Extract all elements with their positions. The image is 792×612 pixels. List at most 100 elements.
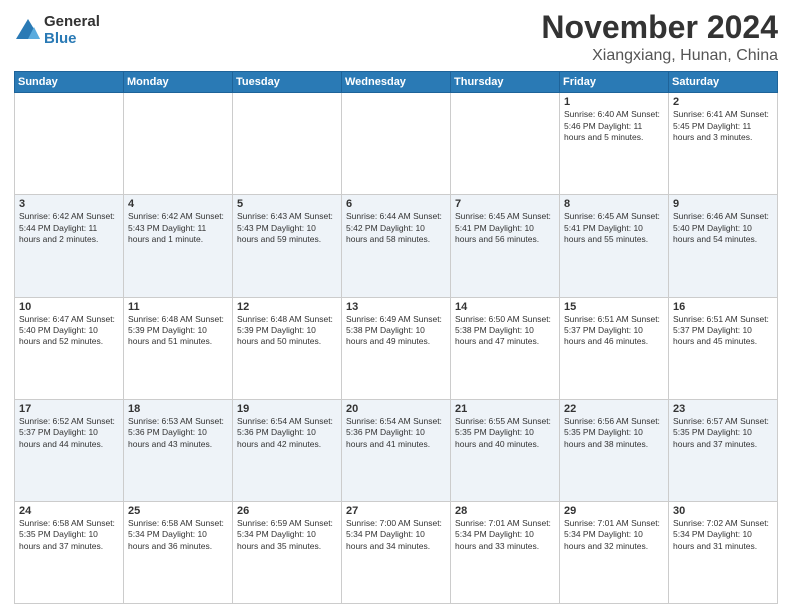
table-row: 22Sunrise: 6:56 AM Sunset: 5:35 PM Dayli…: [560, 399, 669, 501]
col-thursday: Thursday: [451, 72, 560, 93]
day-number: 1: [564, 96, 664, 108]
day-info: Sunrise: 6:48 AM Sunset: 5:39 PM Dayligh…: [237, 314, 337, 348]
day-info: Sunrise: 6:53 AM Sunset: 5:36 PM Dayligh…: [128, 416, 228, 450]
day-info: Sunrise: 6:45 AM Sunset: 5:41 PM Dayligh…: [455, 211, 555, 245]
day-number: 3: [19, 198, 119, 210]
col-friday: Friday: [560, 72, 669, 93]
col-sunday: Sunday: [15, 72, 124, 93]
table-row: 14Sunrise: 6:50 AM Sunset: 5:38 PM Dayli…: [451, 297, 560, 399]
table-row: 6Sunrise: 6:44 AM Sunset: 5:42 PM Daylig…: [342, 195, 451, 297]
day-info: Sunrise: 6:52 AM Sunset: 5:37 PM Dayligh…: [19, 416, 119, 450]
table-row: 28Sunrise: 7:01 AM Sunset: 5:34 PM Dayli…: [451, 501, 560, 603]
day-number: 18: [128, 403, 228, 415]
table-row: 16Sunrise: 6:51 AM Sunset: 5:37 PM Dayli…: [669, 297, 778, 399]
day-number: 4: [128, 198, 228, 210]
day-info: Sunrise: 6:55 AM Sunset: 5:35 PM Dayligh…: [455, 416, 555, 450]
day-number: 10: [19, 301, 119, 313]
day-number: 19: [237, 403, 337, 415]
logo-general-text: General: [44, 14, 100, 31]
day-number: 9: [673, 198, 773, 210]
day-info: Sunrise: 6:40 AM Sunset: 5:46 PM Dayligh…: [564, 109, 664, 143]
header: General Blue November 2024 Xiangxiang, H…: [14, 10, 778, 65]
day-info: Sunrise: 6:43 AM Sunset: 5:43 PM Dayligh…: [237, 211, 337, 245]
table-row: [233, 93, 342, 195]
table-row: [342, 93, 451, 195]
logo-text: General Blue: [44, 14, 100, 47]
col-monday: Monday: [124, 72, 233, 93]
day-number: 27: [346, 505, 446, 517]
table-row: 24Sunrise: 6:58 AM Sunset: 5:35 PM Dayli…: [15, 501, 124, 603]
table-row: 19Sunrise: 6:54 AM Sunset: 5:36 PM Dayli…: [233, 399, 342, 501]
table-row: 26Sunrise: 6:59 AM Sunset: 5:34 PM Dayli…: [233, 501, 342, 603]
table-row: 10Sunrise: 6:47 AM Sunset: 5:40 PM Dayli…: [15, 297, 124, 399]
day-number: 26: [237, 505, 337, 517]
table-row: 15Sunrise: 6:51 AM Sunset: 5:37 PM Dayli…: [560, 297, 669, 399]
day-number: 5: [237, 198, 337, 210]
table-row: [124, 93, 233, 195]
day-number: 15: [564, 301, 664, 313]
day-number: 29: [564, 505, 664, 517]
day-number: 11: [128, 301, 228, 313]
day-info: Sunrise: 7:00 AM Sunset: 5:34 PM Dayligh…: [346, 518, 446, 552]
table-row: 25Sunrise: 6:58 AM Sunset: 5:34 PM Dayli…: [124, 501, 233, 603]
table-row: 17Sunrise: 6:52 AM Sunset: 5:37 PM Dayli…: [15, 399, 124, 501]
day-number: 2: [673, 96, 773, 108]
table-row: 8Sunrise: 6:45 AM Sunset: 5:41 PM Daylig…: [560, 195, 669, 297]
col-tuesday: Tuesday: [233, 72, 342, 93]
day-number: 14: [455, 301, 555, 313]
logo-icon: [14, 17, 42, 45]
table-row: 18Sunrise: 6:53 AM Sunset: 5:36 PM Dayli…: [124, 399, 233, 501]
table-row: 23Sunrise: 6:57 AM Sunset: 5:35 PM Dayli…: [669, 399, 778, 501]
col-saturday: Saturday: [669, 72, 778, 93]
day-info: Sunrise: 6:50 AM Sunset: 5:38 PM Dayligh…: [455, 314, 555, 348]
calendar: Sunday Monday Tuesday Wednesday Thursday…: [14, 71, 778, 604]
day-info: Sunrise: 6:58 AM Sunset: 5:34 PM Dayligh…: [128, 518, 228, 552]
day-info: Sunrise: 6:51 AM Sunset: 5:37 PM Dayligh…: [673, 314, 773, 348]
table-row: 9Sunrise: 6:46 AM Sunset: 5:40 PM Daylig…: [669, 195, 778, 297]
day-info: Sunrise: 6:54 AM Sunset: 5:36 PM Dayligh…: [237, 416, 337, 450]
logo: General Blue: [14, 14, 100, 47]
day-info: Sunrise: 6:59 AM Sunset: 5:34 PM Dayligh…: [237, 518, 337, 552]
table-row: 2Sunrise: 6:41 AM Sunset: 5:45 PM Daylig…: [669, 93, 778, 195]
day-info: Sunrise: 6:58 AM Sunset: 5:35 PM Dayligh…: [19, 518, 119, 552]
day-number: 23: [673, 403, 773, 415]
day-info: Sunrise: 7:01 AM Sunset: 5:34 PM Dayligh…: [455, 518, 555, 552]
day-number: 7: [455, 198, 555, 210]
day-info: Sunrise: 6:45 AM Sunset: 5:41 PM Dayligh…: [564, 211, 664, 245]
location: Xiangxiang, Hunan, China: [541, 47, 778, 65]
table-row: [15, 93, 124, 195]
table-row: 20Sunrise: 6:54 AM Sunset: 5:36 PM Dayli…: [342, 399, 451, 501]
table-row: [451, 93, 560, 195]
day-number: 8: [564, 198, 664, 210]
title-block: November 2024 Xiangxiang, Hunan, China: [541, 10, 778, 65]
table-row: 4Sunrise: 6:42 AM Sunset: 5:43 PM Daylig…: [124, 195, 233, 297]
day-number: 30: [673, 505, 773, 517]
table-row: 12Sunrise: 6:48 AM Sunset: 5:39 PM Dayli…: [233, 297, 342, 399]
day-number: 22: [564, 403, 664, 415]
header-row: Sunday Monday Tuesday Wednesday Thursday…: [15, 72, 778, 93]
table-row: 29Sunrise: 7:01 AM Sunset: 5:34 PM Dayli…: [560, 501, 669, 603]
table-row: 1Sunrise: 6:40 AM Sunset: 5:46 PM Daylig…: [560, 93, 669, 195]
day-number: 21: [455, 403, 555, 415]
table-row: 11Sunrise: 6:48 AM Sunset: 5:39 PM Dayli…: [124, 297, 233, 399]
calendar-row-3: 17Sunrise: 6:52 AM Sunset: 5:37 PM Dayli…: [15, 399, 778, 501]
day-number: 28: [455, 505, 555, 517]
day-number: 24: [19, 505, 119, 517]
table-row: 7Sunrise: 6:45 AM Sunset: 5:41 PM Daylig…: [451, 195, 560, 297]
calendar-row-4: 24Sunrise: 6:58 AM Sunset: 5:35 PM Dayli…: [15, 501, 778, 603]
day-number: 17: [19, 403, 119, 415]
day-info: Sunrise: 6:51 AM Sunset: 5:37 PM Dayligh…: [564, 314, 664, 348]
day-info: Sunrise: 7:02 AM Sunset: 5:34 PM Dayligh…: [673, 518, 773, 552]
calendar-row-0: 1Sunrise: 6:40 AM Sunset: 5:46 PM Daylig…: [15, 93, 778, 195]
day-number: 12: [237, 301, 337, 313]
calendar-row-1: 3Sunrise: 6:42 AM Sunset: 5:44 PM Daylig…: [15, 195, 778, 297]
month-title: November 2024: [541, 10, 778, 45]
day-info: Sunrise: 6:44 AM Sunset: 5:42 PM Dayligh…: [346, 211, 446, 245]
day-info: Sunrise: 7:01 AM Sunset: 5:34 PM Dayligh…: [564, 518, 664, 552]
day-number: 20: [346, 403, 446, 415]
calendar-row-2: 10Sunrise: 6:47 AM Sunset: 5:40 PM Dayli…: [15, 297, 778, 399]
day-number: 16: [673, 301, 773, 313]
table-row: 21Sunrise: 6:55 AM Sunset: 5:35 PM Dayli…: [451, 399, 560, 501]
day-number: 13: [346, 301, 446, 313]
table-row: 30Sunrise: 7:02 AM Sunset: 5:34 PM Dayli…: [669, 501, 778, 603]
